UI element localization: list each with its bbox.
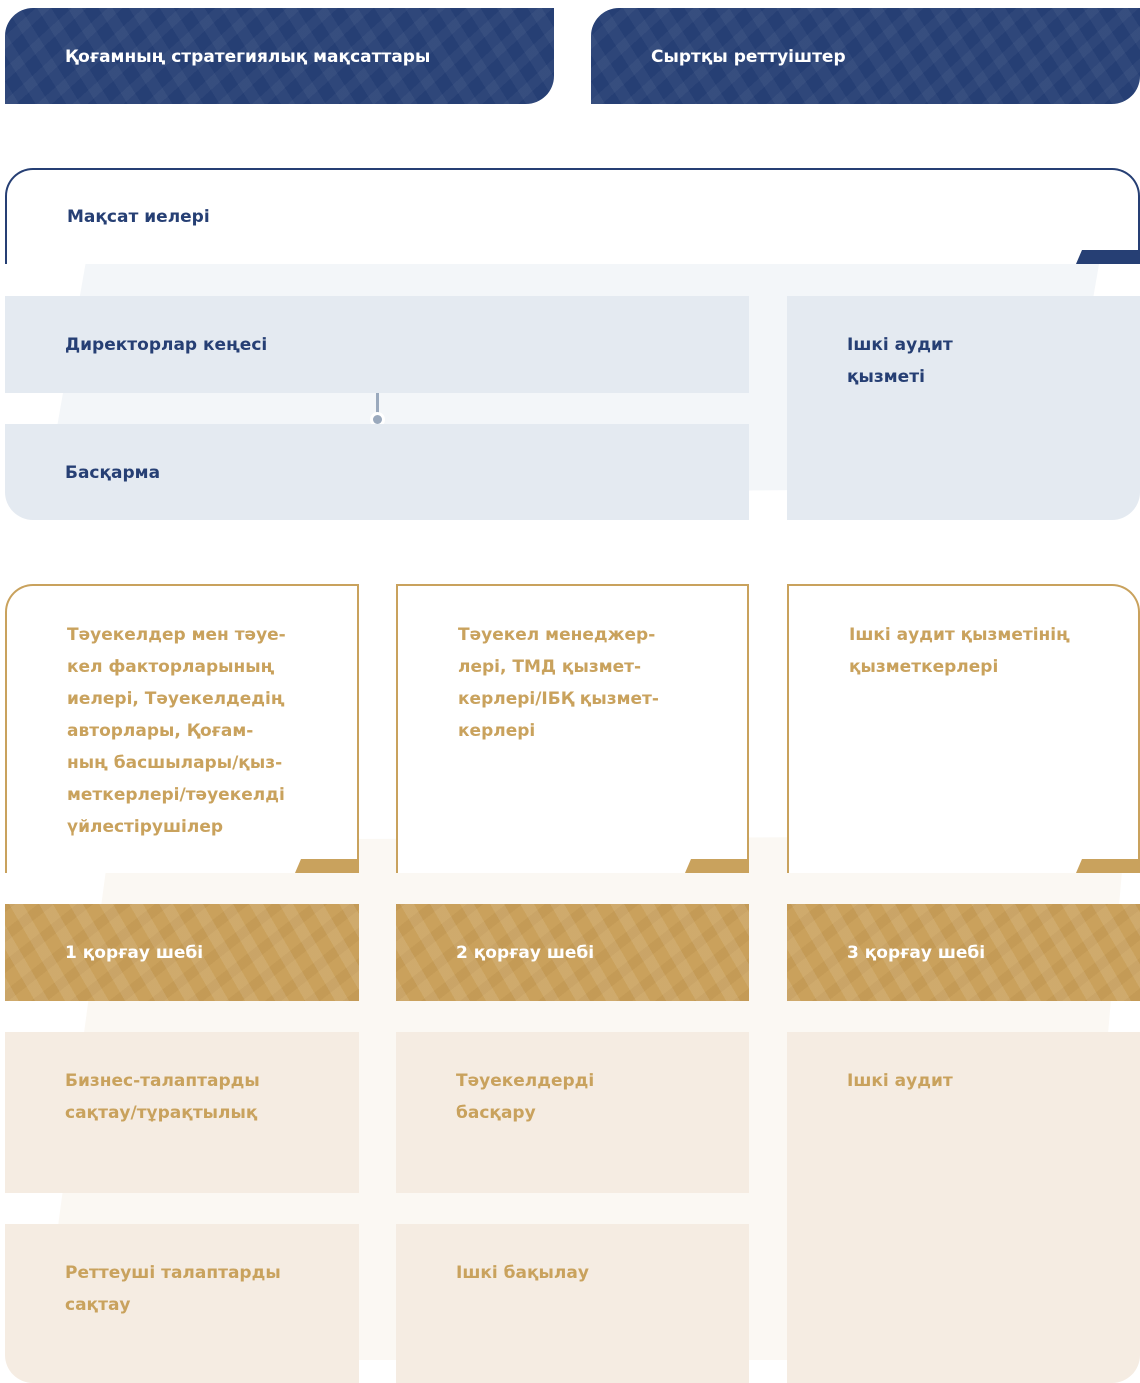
internal-control-box: Ішкі бақылау (396, 1224, 749, 1383)
internal-audit-service-label: Ішкі аудит қызметі (847, 335, 953, 387)
internal-audit-service-box: Ішкі аудит қызметі (787, 296, 1140, 520)
risk-management-label: Тәуекелдерді басқару (456, 1071, 595, 1123)
line1-defense-label: 1 қорғау шебі (65, 943, 204, 963)
goal-owners-label: Мақсат иелері (67, 207, 210, 227)
internal-audit-box: Ішкі аудит (787, 1032, 1140, 1383)
external-regulators-banner: Сыртқы реттуіштер (591, 8, 1140, 104)
goal-owners-corner-tab (1076, 250, 1138, 264)
line1-roles-corner-tab (295, 859, 357, 873)
line2-roles-box: Тәуекел менеджер- лері, ТМД қызмет- керл… (396, 584, 749, 873)
line1-defense-ribbon: 1 қорғау шебі (5, 904, 359, 1001)
line2-defense-ribbon: 2 қорғау шебі (396, 904, 749, 1001)
external-regulators-label: Сыртқы реттуіштер (651, 47, 846, 67)
goal-owners-box: Мақсат иелері (5, 168, 1140, 264)
line1-roles-text: Тәуекелдер мен тәуе- кел факторларының и… (67, 625, 286, 837)
board-of-directors-label: Директорлар кеңесі (65, 335, 268, 355)
board-of-directors-box: Директорлар кеңесі (5, 296, 749, 393)
business-requirements-box: Бизнес-талаптарды сақтау/тұрақтылық (5, 1032, 359, 1193)
management-board-label: Басқарма (65, 463, 161, 483)
internal-control-label: Ішкі бақылау (456, 1263, 589, 1283)
line1-roles-box: Тәуекелдер мен тәуе- кел факторларының и… (5, 584, 359, 873)
line2-roles-text: Тәуекел менеджер- лері, ТМД қызмет- керл… (458, 625, 659, 741)
line3-roles-corner-tab (1076, 859, 1138, 873)
business-requirements-label: Бизнес-талаптарды сақтау/тұрақтылық (65, 1071, 260, 1123)
strategic-goals-banner: Қоғамның стратегиялық мақсаттары (5, 8, 554, 104)
management-board-box: Басқарма (5, 424, 749, 520)
line3-roles-box: Ішкі аудит қызметінің қызметкерлері (787, 584, 1140, 873)
risk-management-box: Тәуекелдерді басқару (396, 1032, 749, 1193)
line2-defense-label: 2 қорғау шебі (456, 943, 595, 963)
regulatory-requirements-box: Реттеуші талаптарды сақтау (5, 1224, 359, 1383)
line3-defense-label: 3 қорғау шебі (847, 943, 986, 963)
line3-defense-ribbon: 3 қорғау шебі (787, 904, 1140, 1001)
strategic-goals-label: Қоғамның стратегиялық мақсаттары (65, 47, 431, 67)
regulatory-requirements-label: Реттеуші талаптарды сақтау (65, 1263, 281, 1315)
line3-roles-text: Ішкі аудит қызметінің қызметкерлері (849, 625, 1070, 677)
internal-audit-label: Ішкі аудит (847, 1071, 953, 1091)
line2-roles-corner-tab (685, 859, 747, 873)
